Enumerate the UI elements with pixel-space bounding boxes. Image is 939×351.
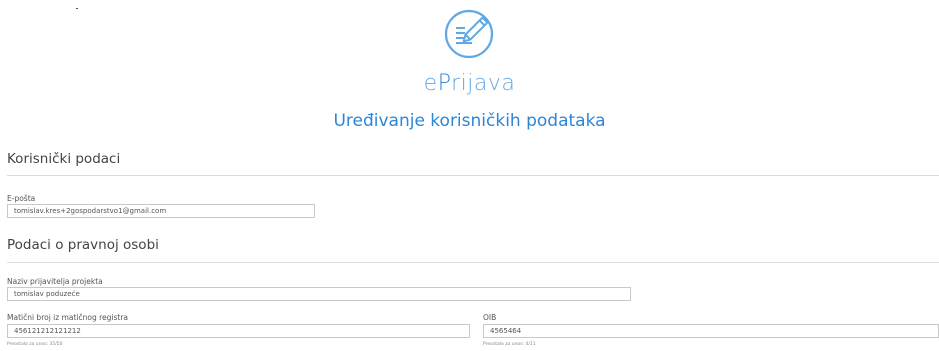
oib-hint: Preostalo za unos: 4/11 xyxy=(483,342,536,347)
email-field[interactable] xyxy=(7,204,315,218)
applicant-label: Naziv prijavitelja projekta xyxy=(7,277,103,286)
brand-prefix: e xyxy=(423,71,438,96)
brand-accent: P xyxy=(437,71,452,96)
legal-section-title: Podaci o pravnoj osobi xyxy=(7,237,159,253)
legal-section-divider xyxy=(7,262,939,263)
registry-number-field[interactable] xyxy=(7,324,470,338)
oib-field[interactable] xyxy=(483,324,939,338)
stray-dot xyxy=(76,8,78,9)
registry-number-hint: Preostalo za unos: 35/50 xyxy=(7,342,63,347)
applicant-name-field[interactable] xyxy=(7,287,631,301)
document-edit-icon xyxy=(443,8,495,60)
oib-label: OIB xyxy=(483,313,497,322)
page-title: Uređivanje korisničkih podataka xyxy=(333,111,606,131)
email-label: E-pošta xyxy=(7,194,36,203)
registry-number-label: Matični broj iz matičnog registra xyxy=(7,313,129,322)
user-section-title: Korisnički podaci xyxy=(7,151,121,167)
brand-suffix: rijava xyxy=(451,71,516,96)
app-brand: ePrijava xyxy=(0,71,939,96)
user-section-divider xyxy=(7,175,939,176)
